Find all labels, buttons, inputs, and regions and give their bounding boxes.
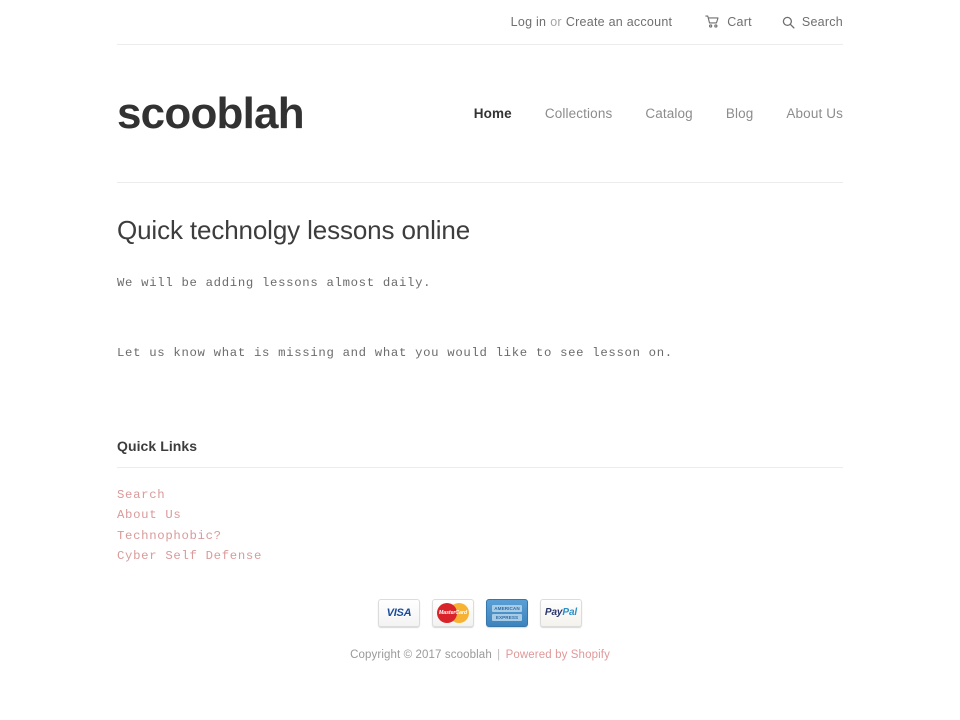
list-item: Cyber Self Defense bbox=[117, 546, 843, 567]
nav-item-catalog[interactable]: Catalog bbox=[645, 106, 692, 121]
payment-methods: VISA MasterCard AMERICAN EXPRESS PayPal bbox=[117, 598, 843, 627]
amex-label-bottom: EXPRESS bbox=[492, 613, 522, 621]
utility-bar-wrap: Log in or Create an account Cart Search bbox=[117, 0, 843, 44]
visa-icon: VISA bbox=[378, 598, 420, 627]
account-links: Log in or Create an account bbox=[511, 15, 673, 29]
main-content: Quick technolgy lessons online We will b… bbox=[117, 183, 843, 364]
quick-links-list: Search About Us Technophobic? Cyber Self… bbox=[117, 485, 843, 567]
paypal-label-pal: Pal bbox=[562, 607, 578, 619]
amex-label-top: AMERICAN bbox=[492, 604, 522, 612]
main-wrap: Quick technolgy lessons online We will b… bbox=[117, 183, 843, 661]
copyright-separator: | bbox=[497, 648, 501, 661]
mastercard-icon: MasterCard bbox=[432, 598, 474, 627]
nav-item-collections[interactable]: Collections bbox=[545, 106, 613, 121]
nav-item-home[interactable]: Home bbox=[474, 106, 512, 121]
quick-link-search[interactable]: Search bbox=[117, 486, 165, 506]
or-separator: or bbox=[550, 15, 562, 29]
site-footer: Quick Links Search About Us Technophobic… bbox=[117, 438, 843, 661]
copyright: Copyright © 2017 scooblah | Powered by S… bbox=[117, 649, 843, 661]
page-title: Quick technolgy lessons online bbox=[117, 215, 471, 245]
site-logo[interactable]: scooblah bbox=[117, 91, 305, 136]
nav-item-about-us[interactable]: About Us bbox=[786, 106, 843, 121]
powered-by-shopify-link[interactable]: Powered by Shopify bbox=[506, 649, 610, 661]
quick-link-cyber-self-defense[interactable]: Cyber Self Defense bbox=[117, 547, 262, 567]
feedback-paragraph: Let us know what is missing and what you… bbox=[117, 345, 673, 360]
paypal-label: PayPal bbox=[545, 607, 577, 618]
mastercard-label: MasterCard bbox=[438, 609, 468, 616]
create-account-link[interactable]: Create an account bbox=[566, 15, 672, 29]
search-label: Search bbox=[801, 15, 843, 29]
magnifier-icon bbox=[782, 16, 795, 29]
paypal-icon: PayPal bbox=[540, 598, 582, 627]
list-item: Search bbox=[117, 485, 843, 506]
list-item: Technophobic? bbox=[117, 526, 843, 547]
paypal-label-pay: Pay bbox=[544, 607, 563, 619]
quick-link-about-us[interactable]: About Us bbox=[117, 506, 181, 526]
utility-bar: Log in or Create an account Cart Search bbox=[117, 0, 843, 44]
search-link[interactable]: Search bbox=[782, 15, 843, 29]
mastercard-circles: MasterCard bbox=[436, 602, 470, 623]
header-wrap: scooblah Home Collections Catalog Blog A… bbox=[117, 45, 843, 182]
visa-label: VISA bbox=[386, 606, 412, 619]
site-header: scooblah Home Collections Catalog Blog A… bbox=[117, 45, 843, 182]
main-navigation: Home Collections Catalog Blog About Us bbox=[474, 106, 843, 121]
cart-label: Cart bbox=[727, 15, 752, 29]
quick-link-technophobic[interactable]: Technophobic? bbox=[117, 527, 222, 547]
shopping-cart-icon bbox=[705, 15, 720, 29]
cart-link[interactable]: Cart bbox=[705, 15, 752, 29]
copyright-text: Copyright © 2017 scooblah bbox=[350, 648, 492, 661]
intro-paragraph: We will be adding lessons almost daily. bbox=[117, 276, 432, 291]
login-link[interactable]: Log in bbox=[511, 15, 547, 29]
nav-item-blog[interactable]: Blog bbox=[726, 106, 754, 121]
quick-links-divider bbox=[117, 466, 843, 468]
american-express-icon: AMERICAN EXPRESS bbox=[486, 598, 528, 627]
quick-links-heading: Quick Links bbox=[117, 437, 198, 454]
list-item: About Us bbox=[117, 505, 843, 526]
page-root: Log in or Create an account Cart Search … bbox=[0, 0, 960, 720]
